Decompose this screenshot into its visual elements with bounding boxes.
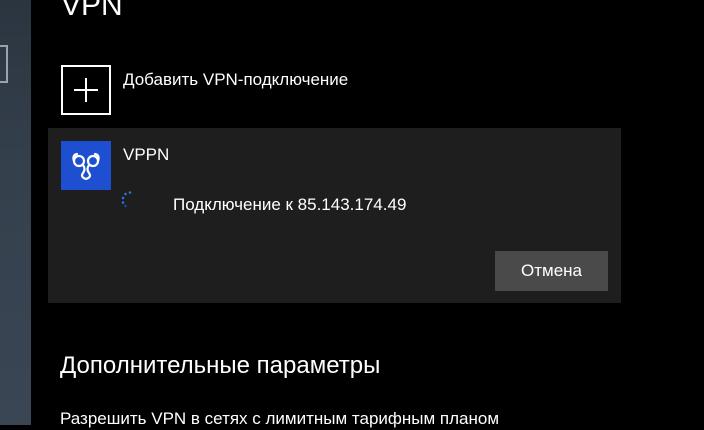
vpn-brand-logo-icon: [61, 141, 111, 190]
sidebar: [0, 0, 31, 425]
vpn-connection-card[interactable]: VPPN Подключение к 85.143.174.49 Отмена: [48, 128, 621, 303]
page-title: VPN: [61, 0, 123, 22]
add-vpn-label[interactable]: Добавить VPN-подключение: [123, 69, 348, 91]
loading-spinner-icon: [120, 190, 140, 210]
cancel-button[interactable]: Отмена: [495, 251, 608, 291]
add-vpn-connection-button[interactable]: Добавить VPN-подключение: [61, 65, 348, 117]
sidebar-search-box[interactable]: [0, 45, 8, 83]
advanced-settings-title: Дополнительные параметры: [60, 352, 381, 379]
metered-network-option-label: Разрешить VPN в сетях с лимитным тарифны…: [60, 409, 500, 428]
vpn-connection-name: VPPN: [123, 145, 170, 164]
plus-icon[interactable]: [61, 65, 111, 115]
connection-status-text: Подключение к 85.143.174.49: [173, 195, 407, 214]
